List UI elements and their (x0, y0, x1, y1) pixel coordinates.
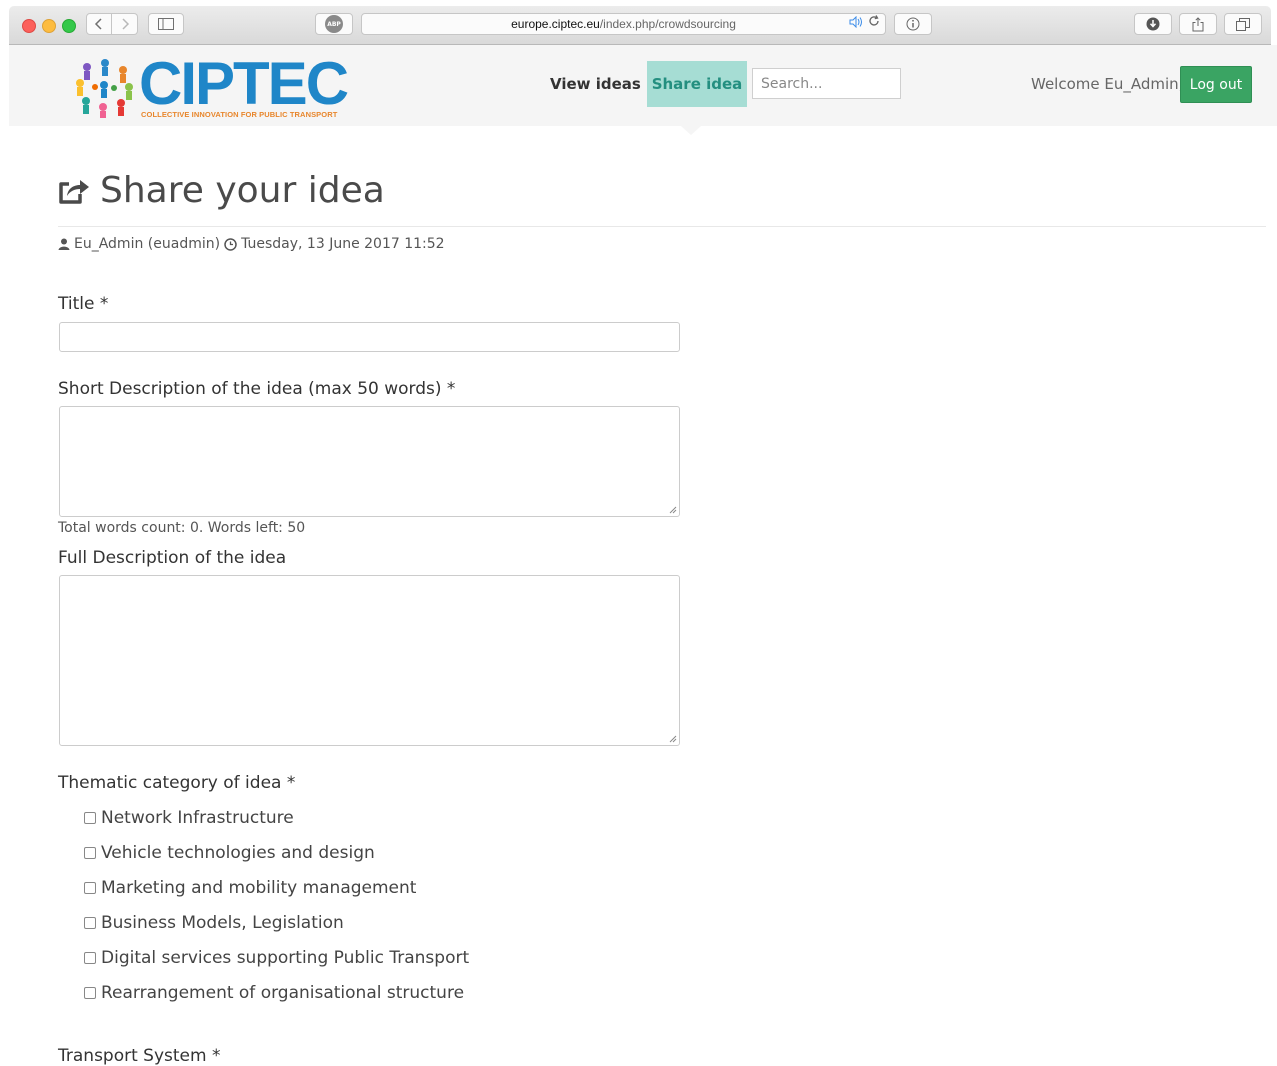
chevron-right-icon (121, 18, 129, 30)
category-digital-services[interactable]: Digital services supporting Public Trans… (84, 940, 469, 975)
resize-grip-icon[interactable] (669, 506, 677, 514)
active-tab-indicator (681, 126, 701, 135)
category-checkbox[interactable] (84, 951, 96, 964)
category-rearrangement-organisational[interactable]: Rearrangement of organisational structur… (84, 975, 469, 1010)
user-icon (58, 238, 70, 250)
category-checkbox[interactable] (84, 881, 96, 894)
title-label: Title * (58, 294, 109, 314)
category-label: Vehicle technologies and design (101, 842, 375, 863)
clock-icon (224, 237, 237, 251)
window-left-margin (0, 0, 9, 1066)
url-path: /index.php/crowdsourcing (599, 17, 736, 31)
people-circle-logo-icon (76, 59, 133, 118)
thematic-category-list: Network Infrastructure Vehicle technolog… (84, 800, 469, 1010)
category-marketing-mobility[interactable]: Marketing and mobility management (84, 870, 469, 905)
tabs-overview-button[interactable] (1224, 13, 1262, 35)
download-icon (1146, 17, 1160, 31)
zoom-window-button[interactable] (62, 19, 76, 33)
forward-button[interactable] (112, 13, 138, 35)
browser-toolbar: ABP europe.ciptec.eu/index.php/crowdsour… (9, 6, 1271, 45)
page-title-text: Share your idea (100, 170, 385, 211)
logo-wordmark: CIPTEC (139, 50, 349, 117)
ciptec-logo[interactable]: CIPTEC COLLECTIVE INNOVATION FOR PUBLIC … (73, 53, 363, 119)
share-square-icon (59, 179, 89, 204)
post-meta: Eu_Admin (euadmin) Tuesday, 13 June 2017… (58, 236, 445, 252)
tabs-icon (1236, 17, 1250, 31)
share-icon (1192, 16, 1204, 31)
adblock-button[interactable]: ABP (315, 13, 353, 35)
page-title: Share your idea (58, 170, 385, 211)
category-checkbox[interactable] (84, 846, 96, 859)
transport-system-label: Transport System * (58, 1046, 221, 1066)
word-count-status: Total words count: 0. Words left: 50 (58, 520, 306, 536)
title-input[interactable] (59, 322, 680, 352)
nav-share-idea-label: Share idea (651, 75, 743, 93)
category-checkbox[interactable] (84, 811, 96, 824)
chevron-left-icon (94, 18, 102, 30)
category-label: Rearrangement of organisational structur… (101, 982, 465, 1003)
info-icon (906, 17, 920, 31)
short-description-textarea[interactable] (59, 406, 680, 517)
reload-icon[interactable] (868, 15, 880, 30)
close-window-button[interactable] (22, 19, 36, 33)
category-label: Marketing and mobility management (101, 877, 417, 898)
thematic-category-label: Thematic category of idea * (58, 773, 296, 793)
category-business-models[interactable]: Business Models, Legislation (84, 905, 469, 940)
adblock-icon: ABP (325, 15, 343, 33)
short-description-label: Short Description of the idea (max 50 wo… (58, 379, 456, 399)
info-button[interactable] (894, 13, 932, 35)
downloads-button[interactable] (1134, 13, 1172, 35)
category-label: Digital services supporting Public Trans… (101, 947, 470, 968)
search-input[interactable] (752, 68, 901, 99)
nav-share-idea-tab[interactable]: Share idea (647, 61, 747, 107)
author-name: Eu_Admin (euadmin) (74, 236, 221, 252)
sidebar-toggle-button[interactable] (148, 13, 184, 35)
minimize-window-button[interactable] (42, 19, 56, 33)
logo-tagline: COLLECTIVE INNOVATION FOR PUBLIC TRANSPO… (141, 110, 338, 119)
category-label: Business Models, Legislation (101, 912, 344, 933)
resize-grip-icon[interactable] (669, 735, 677, 743)
category-network-infrastructure[interactable]: Network Infrastructure (84, 800, 469, 835)
site-header: CIPTEC COLLECTIVE INNOVATION FOR PUBLIC … (9, 45, 1277, 126)
nav-view-ideas[interactable]: View ideas (550, 75, 641, 93)
full-description-label: Full Description of the idea (58, 548, 287, 568)
back-button[interactable] (86, 13, 112, 35)
sidebar-icon (158, 18, 174, 30)
address-bar[interactable]: europe.ciptec.eu/index.php/crowdsourcing (361, 13, 886, 35)
category-label: Network Infrastructure (101, 807, 294, 828)
title-divider (58, 226, 1266, 227)
welcome-message: Welcome Eu_Admin, (1031, 75, 1184, 93)
category-vehicle-technologies[interactable]: Vehicle technologies and design (84, 835, 469, 870)
post-datetime: Tuesday, 13 June 2017 11:52 (241, 236, 445, 252)
full-description-textarea[interactable] (59, 575, 680, 746)
url-domain: europe.ciptec.eu (511, 17, 600, 31)
share-button[interactable] (1179, 13, 1217, 35)
audio-icon[interactable] (849, 15, 863, 31)
logout-button[interactable]: Log out (1180, 66, 1252, 103)
category-checkbox[interactable] (84, 916, 96, 929)
category-checkbox[interactable] (84, 986, 96, 999)
